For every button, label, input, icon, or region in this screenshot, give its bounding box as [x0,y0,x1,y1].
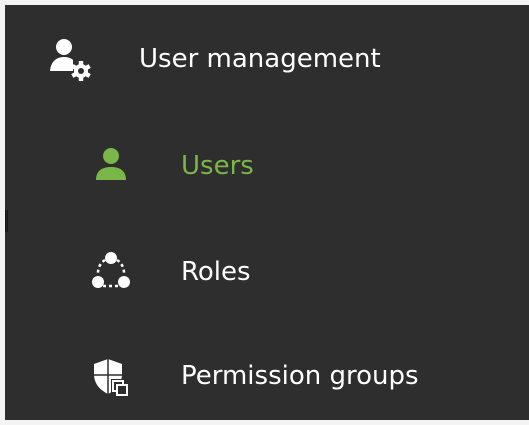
menu-header-label: User management [139,44,381,74]
menu-item-label: Roles [181,257,251,287]
menu-item-label: Users [181,151,254,181]
menu-item-permission-groups[interactable]: Permission groups [5,345,529,407]
roles-icon [92,252,130,288]
menu-header-user-management[interactable]: User management [5,32,529,100]
user-icon [96,148,126,180]
menu-item-label: Permission groups [181,361,419,391]
user-management-menu: User management Users Roles Permission g… [5,5,529,420]
permission-shield-icon [94,359,128,396]
menu-item-roles[interactable]: Roles [5,241,529,303]
user-settings-icon [50,39,91,81]
menu-item-users[interactable]: Users [5,135,529,197]
panel-edge-marker [5,210,8,232]
